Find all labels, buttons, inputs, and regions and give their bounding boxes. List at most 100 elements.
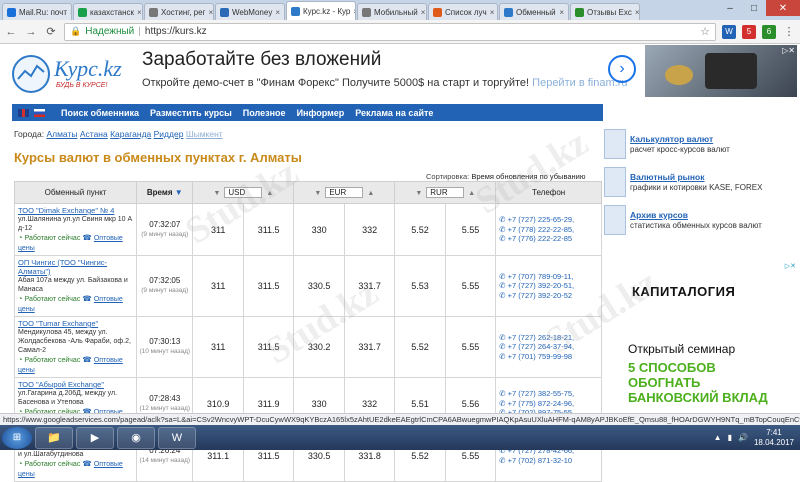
phone-number[interactable]: +7 (702) 871-32-10	[508, 456, 572, 465]
taskbar-word-icon[interactable]: W	[158, 426, 196, 449]
browser-tab[interactable]: Мобильный ×	[357, 3, 427, 20]
sort-value[interactable]: Время обновления по убыванию	[471, 172, 585, 181]
tab-close-icon[interactable]: ×	[70, 8, 71, 17]
taskbar-chrome-icon[interactable]: ◉	[117, 426, 155, 449]
tab-close-icon[interactable]: ×	[275, 8, 280, 17]
rur-select[interactable]: RUR	[426, 187, 465, 198]
exchange-name-link[interactable]: ТОО "Tumar Exchange"	[18, 319, 133, 328]
sort-down-icon[interactable]: ▼	[175, 188, 183, 197]
ad-wallet-image[interactable]: ▷✕	[645, 45, 797, 97]
top-ad-banner[interactable]: Заработайте без вложений Откройте демо-с…	[138, 45, 644, 95]
taskbar-explorer-icon[interactable]: 📁	[35, 426, 73, 449]
menu-item[interactable]: Разместить курсы	[150, 108, 232, 118]
volume-icon[interactable]: 🔊	[738, 433, 748, 442]
header-eur: ▼ EUR ▲	[293, 181, 396, 204]
browser-tab[interactable]: Mail.Ru: почт×	[2, 3, 72, 20]
close-window-icon[interactable]: ✕	[766, 0, 800, 16]
tab-close-icon[interactable]: ×	[559, 8, 564, 17]
bookmark-star-icon[interactable]: ☆	[700, 25, 710, 38]
city-link[interactable]: Караганда	[110, 129, 151, 139]
sidebar-item-title[interactable]: Валютный рынок	[630, 172, 705, 182]
open-status-icon: ◔	[18, 355, 23, 364]
ad-close-icon[interactable]: ▷✕	[782, 46, 795, 55]
browser-tab[interactable]: WebMoney ×	[215, 3, 285, 20]
taskbar-media-icon[interactable]: ▶	[76, 426, 114, 449]
minimize-icon[interactable]: –	[718, 0, 742, 16]
extension-green-icon[interactable]: 6	[762, 24, 776, 39]
city-link[interactable]: Астана	[80, 129, 108, 139]
eur-sort-up-icon[interactable]: ▲	[367, 190, 374, 197]
rur-sort-down-icon[interactable]: ▼	[415, 190, 422, 197]
phone-number[interactable]: +7 (727) 382-55-75,	[508, 389, 575, 398]
usd-sell: 311.5	[242, 255, 295, 317]
city-link[interactable]: Алматы	[46, 129, 77, 139]
usd-select[interactable]: USD	[224, 187, 263, 198]
ad-next-icon[interactable]: ›	[608, 55, 636, 83]
back-icon[interactable]: ←	[4, 26, 18, 38]
eur-select[interactable]: EUR	[325, 187, 364, 198]
browser-tab[interactable]: Обменный ×	[499, 3, 569, 20]
tab-close-icon[interactable]: ×	[353, 7, 355, 16]
address-bar[interactable]: 🔒 Надежный | https://kurs.kz ☆	[64, 22, 716, 41]
browser-tab[interactable]: Курс.kz - Кур×	[286, 1, 356, 20]
eur-sort-down-icon[interactable]: ▼	[314, 190, 321, 197]
network-icon[interactable]: ▮	[728, 433, 732, 442]
browser-menu-icon[interactable]: ⋮	[782, 25, 796, 38]
sidebar-item[interactable]: Архив курсов статистика обменных курсов в…	[604, 205, 800, 243]
sidebar-item[interactable]: Калькулятор валют расчет кросс-курсов вал…	[604, 129, 800, 167]
menu-item[interactable]: Полезное	[243, 108, 286, 118]
phone-number[interactable]: +7 (727) 392-20-51,	[508, 281, 575, 290]
tab-favicon-icon	[362, 7, 371, 17]
exchange-name-link[interactable]: ОП Чингис (ТОО "Чингис-Алматы")	[18, 258, 133, 276]
reload-icon[interactable]: ⟳	[44, 25, 58, 38]
adchoices-icon[interactable]: ▷✕	[785, 262, 796, 270]
phone-number[interactable]: +7 (707) 789-09-11,	[508, 272, 574, 281]
update-time: 07:32:05	[149, 276, 181, 285]
menu-item[interactable]: Информер	[297, 108, 345, 118]
menu-item[interactable]: Поиск обменника	[61, 108, 139, 118]
phone-number[interactable]: +7 (727) 225-65-29,	[508, 215, 575, 224]
header-time[interactable]: Время ▼	[136, 181, 194, 204]
city-link[interactable]: Шымкент	[186, 129, 223, 139]
phone-number[interactable]: +7 (727) 392-20-52	[508, 291, 572, 300]
phone-number[interactable]: +7 (775) 872-24-96,	[508, 399, 575, 408]
tab-label: Mail.Ru: почт	[19, 7, 67, 17]
tab-close-icon[interactable]: ×	[490, 8, 495, 17]
tab-close-icon[interactable]: ×	[208, 8, 213, 17]
english-flag-icon[interactable]	[18, 108, 29, 117]
extension-badge-icon[interactable]: 5	[742, 24, 756, 39]
phone-number[interactable]: +7 (727) 262-18-21,	[508, 333, 575, 342]
menu-item[interactable]: Реклама на сайте	[355, 108, 433, 118]
sidebar-item-title[interactable]: Калькулятор валют	[630, 134, 713, 144]
russian-flag-icon[interactable]	[34, 108, 45, 117]
phone-number[interactable]: +7 (778) 222-22-85,	[508, 225, 575, 234]
maximize-icon[interactable]: □	[742, 0, 766, 16]
site-logo[interactable]: Курс.kz БУДЬ В КУРСЕ!	[12, 53, 132, 95]
tab-close-icon[interactable]: ×	[137, 8, 142, 17]
city-link[interactable]: Риддер	[154, 129, 184, 139]
phone-number[interactable]: +7 (701) 759-99-98	[508, 352, 572, 361]
tab-close-icon[interactable]: ×	[421, 8, 426, 17]
phone-number[interactable]: +7 (727) 264-37-94,	[508, 342, 575, 351]
rur-sort-up-icon[interactable]: ▲	[468, 190, 475, 197]
sidebar-ad[interactable]: ▷✕ КАПИТАЛОГИЯ Открытый семинар 5 СПОСОБ…	[612, 262, 800, 412]
sidebar-item-title[interactable]: Архив курсов	[630, 210, 688, 220]
browser-tab[interactable]: Отзывы Exc ×	[570, 3, 640, 20]
tray-arrow-icon[interactable]: ▲	[714, 433, 722, 442]
browser-tab[interactable]: Список луч ×	[428, 3, 498, 20]
phone-number[interactable]: +7 (776) 222-22-85	[508, 234, 572, 243]
extension-icon[interactable]: W	[722, 24, 736, 39]
usd-sort-down-icon[interactable]: ▼	[213, 190, 220, 197]
forward-icon[interactable]: →	[24, 26, 38, 38]
usd-sort-up-icon[interactable]: ▲	[266, 190, 273, 197]
start-button[interactable]: ⊞	[2, 426, 32, 449]
sidebar-item[interactable]: Валютный рынок графики и котировки KASE, …	[604, 167, 800, 205]
exchange-name-link[interactable]: ТОО "Dimak Exchange" № 4	[18, 206, 133, 215]
browser-tab[interactable]: казахстанск ×	[73, 3, 143, 20]
browser-tab[interactable]: Хостинг, рег ×	[144, 3, 214, 20]
clock[interactable]: 7:41 18.04.2017	[754, 428, 794, 448]
ad-title[interactable]: Заработайте без вложений	[142, 49, 381, 71]
exchange-name-link[interactable]: ТОО "Абырой Exchange"	[18, 380, 133, 389]
tab-close-icon[interactable]: ×	[635, 8, 639, 17]
rur-buy: 5.53	[394, 255, 446, 317]
